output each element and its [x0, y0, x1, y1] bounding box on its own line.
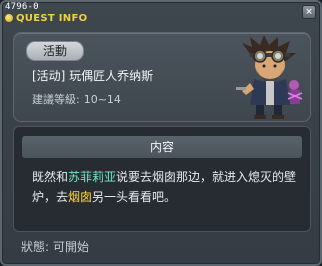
npc-name-highlight: 苏菲莉亚	[68, 170, 117, 184]
window-title-bar: QUEST INFO	[5, 11, 87, 25]
recommended-level: 建議等級: 10~14	[32, 91, 125, 107]
quest-icon	[5, 14, 13, 22]
window-title: QUEST INFO	[16, 12, 88, 24]
description-text-1: 既然和	[32, 170, 69, 184]
description-text-3: 另一头看看吧。	[92, 190, 177, 204]
content-header: 内容	[22, 136, 302, 158]
event-badge: 活動	[26, 41, 85, 61]
quest-info-window: 4796-0 QUEST INFO × 活動 [活动] 玩偶匠人乔纳斯 建議等級…	[0, 0, 322, 266]
close-icon: ×	[305, 6, 313, 17]
recommended-level-label: 建議等級:	[32, 93, 80, 106]
quest-description: 既然和苏菲莉亚说要去烟囱那边，就进入熄灭的壁炉，去烟囱另一头看看吧。	[32, 167, 300, 207]
location-highlight: 烟囱	[68, 190, 93, 204]
close-button[interactable]: ×	[302, 5, 316, 19]
status-value: 可開始	[53, 240, 90, 254]
quest-name: [活动] 玩偶匠人乔纳斯	[32, 69, 154, 83]
quest-summary-panel: 活動 [活动] 玩偶匠人乔纳斯 建議等級: 10~14	[13, 32, 311, 122]
quest-description-panel: 内容 既然和苏菲莉亚说要去烟囱那边，就进入熄灭的壁炉，去烟囱另一头看看吧。	[13, 126, 311, 232]
status-label: 狀態:	[21, 240, 50, 254]
quest-status: 狀態: 可開始	[21, 238, 93, 255]
recommended-level-value: 10~14	[83, 93, 121, 106]
npc-portrait	[236, 35, 303, 119]
